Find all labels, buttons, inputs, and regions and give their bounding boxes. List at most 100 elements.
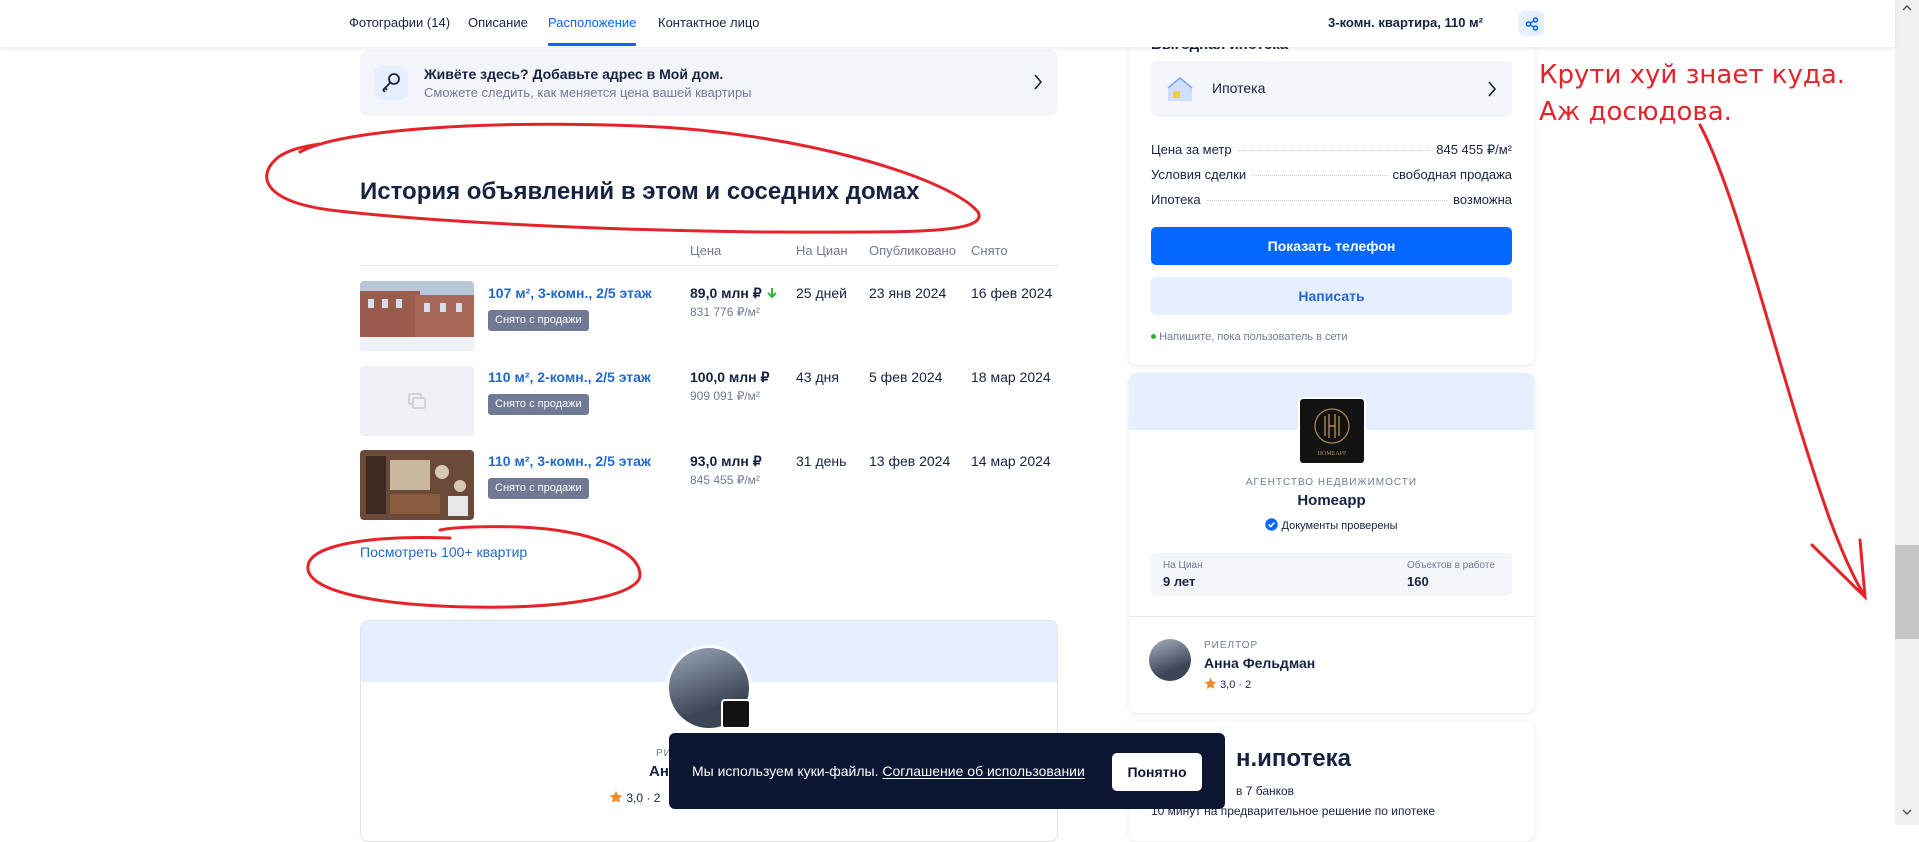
mortgage-label: Ипотека [1212, 80, 1266, 96]
listing-link[interactable]: 107 м², 3-комн., 2/5 этаж [488, 285, 652, 301]
status-badge: Снято с продажи [488, 310, 589, 331]
tab-location[interactable]: Расположение [548, 15, 636, 30]
tab-photos[interactable]: Фотографии (14) [349, 15, 450, 30]
see-more-apartments-link[interactable]: Посмотреть 100+ квартир [360, 544, 527, 560]
online-dot-icon [1151, 334, 1156, 339]
realtor-rating: 3,0 · 2 [1204, 677, 1251, 691]
column-header-on-cian: На Циан [796, 243, 848, 258]
detail-label: Ипотека [1151, 192, 1201, 207]
listing-price: 93,0 млн ₽ [690, 453, 762, 469]
chevron-right-icon [1034, 74, 1043, 90]
mortgage-option[interactable]: Ипотека [1151, 61, 1512, 117]
agency-logo[interactable]: HOMEAPP [1298, 397, 1366, 465]
history-title: История объявлений в этом и соседних дом… [360, 178, 920, 205]
agency-logo-text: HOMEAPP [1317, 451, 1347, 457]
detail-value: возможна [1453, 192, 1512, 207]
documents-verified: Документы проверены [1129, 518, 1534, 532]
listing-photo[interactable] [360, 281, 474, 351]
listing-published: 23 янв 2024 [869, 285, 947, 301]
tab-contact[interactable]: Контактное лицо [658, 15, 759, 30]
agency-stats: На Циан 9 лет Объектов в работе 160 [1151, 553, 1512, 596]
share-icon [1525, 16, 1538, 31]
listing-days-on-cian: 31 день [796, 453, 847, 469]
banner-title: Живёте здесь? Добавьте адрес в Мой дом. [424, 66, 724, 82]
stat-label: Объектов в работе [1407, 560, 1495, 571]
detail-label: Цена за метр [1151, 142, 1232, 157]
show-phone-button[interactable]: Показать телефон [1151, 227, 1512, 265]
annotation-text: Крути хуй знает куда. Аж досюдова. [1539, 60, 1846, 127]
no-photo-icon [408, 393, 426, 409]
agent-name: Ан [649, 763, 669, 780]
active-tab-indicator [548, 43, 636, 46]
detail-label: Условия сделки [1151, 167, 1247, 182]
terms-link[interactable]: Соглашение об использовании [882, 763, 1084, 779]
annotation-circle-link [306, 525, 642, 609]
top-nav: Фотографии (14) Описание Расположение Ко… [0, 0, 1895, 47]
detail-row: Цена за метр 845 455 ₽/м² [1151, 142, 1512, 158]
price-down-arrow-icon [766, 288, 777, 299]
listing-photo[interactable] [360, 450, 474, 520]
detail-value: свободная продажа [1392, 167, 1512, 182]
agency-name[interactable]: Homeapp [1129, 492, 1534, 509]
agency-card: HOMEAPP АГЕНТСТВО НЕДВИЖИМОСТИ Homeapp Д… [1129, 373, 1534, 713]
stat-value: 9 лет [1163, 574, 1196, 589]
scrollbar-track[interactable] [1895, 0, 1919, 825]
column-header-price: Цена [690, 243, 722, 258]
column-header-removed: Снято [971, 243, 1008, 258]
write-message-button[interactable]: Написать [1151, 277, 1512, 315]
share-button[interactable] [1519, 11, 1544, 36]
listing-published: 5 фев 2024 [869, 369, 943, 385]
table-divider [360, 265, 1058, 266]
listing-price-per-meter: 831 776 ₽/м² [690, 305, 760, 319]
listing-link[interactable]: 110 м², 3-комн., 2/5 этаж [488, 453, 651, 469]
realtor-avatar[interactable] [1149, 639, 1191, 681]
annotation-arrow [1698, 123, 1866, 597]
listing-removed: 16 фев 2024 [971, 285, 1053, 301]
verified-check-icon [1265, 518, 1279, 531]
listing-price: 89,0 млн ₽ [690, 285, 778, 302]
listing-price-per-meter: 909 091 ₽/м² [690, 389, 760, 403]
stat-label: На Циан [1163, 560, 1203, 571]
listing-published: 13 фев 2024 [869, 453, 951, 469]
listing-photo-placeholder[interactable] [360, 366, 474, 436]
divider [1129, 616, 1534, 617]
agency-logo-badge [721, 699, 751, 729]
detail-row: Ипотека возможна [1151, 192, 1512, 207]
tab-description[interactable]: Описание [468, 15, 528, 30]
detail-value: 845 455 ₽/м² [1436, 142, 1512, 157]
realtor-name[interactable]: Анна Фельдман [1204, 655, 1315, 671]
promo-title: н.ипотека [1236, 745, 1351, 772]
add-my-home-banner[interactable]: Живёте здесь? Добавьте адрес в Мой дом. … [360, 50, 1058, 116]
status-badge: Снято с продажи [488, 394, 589, 415]
cookie-text: Мы используем куки-файлы. Соглашение об … [692, 763, 1085, 779]
star-icon [609, 790, 623, 803]
stat-value: 160 [1407, 574, 1429, 589]
agent-rating: 3,0 · 2 [609, 790, 660, 805]
listing-removed: 18 мар 2024 [971, 369, 1051, 385]
column-header-published: Опубликовано [869, 243, 956, 258]
listing-removed: 14 мар 2024 [971, 453, 1051, 469]
scroll-down-icon[interactable] [1902, 808, 1912, 816]
listing-days-on-cian: 43 дня [796, 369, 839, 385]
promo-line: в 7 банков [1236, 784, 1295, 798]
listing-price-per-meter: 845 455 ₽/м² [690, 473, 760, 487]
accept-cookies-button[interactable]: Понятно [1112, 753, 1202, 791]
chevron-right-icon [1488, 81, 1497, 97]
scrollbar-thumb[interactable] [1895, 545, 1919, 639]
star-icon [1204, 677, 1217, 689]
scroll-up-icon[interactable] [1902, 4, 1912, 12]
listing-summary: 3-комн. квартира, 110 м² [1328, 15, 1483, 30]
agency-type: АГЕНТСТВО НЕДВИЖИМОСТИ [1245, 477, 1418, 488]
banner-subtitle: Сможете следить, как меняется цена вашей… [424, 85, 752, 100]
listing-price: 100,0 млн ₽ [690, 369, 770, 385]
listing-days-on-cian: 25 дней [796, 285, 847, 301]
cookie-banner: Мы используем куки-файлы. Соглашение об … [669, 733, 1225, 809]
status-badge: Снято с продажи [488, 478, 589, 499]
house-icon [1167, 77, 1193, 101]
key-icon [374, 66, 408, 100]
online-hint: Напишите, пока пользователь в сети [1151, 331, 1347, 343]
realtor-role: РИЕЛТОР [1204, 640, 1259, 651]
detail-row: Условия сделки свободная продажа [1151, 167, 1512, 182]
price-summary-card: Выгодная ипотека Ипотека Цена за метр845… [1129, 20, 1534, 365]
listing-link[interactable]: 110 м², 2-комн., 2/5 этаж [488, 369, 651, 385]
